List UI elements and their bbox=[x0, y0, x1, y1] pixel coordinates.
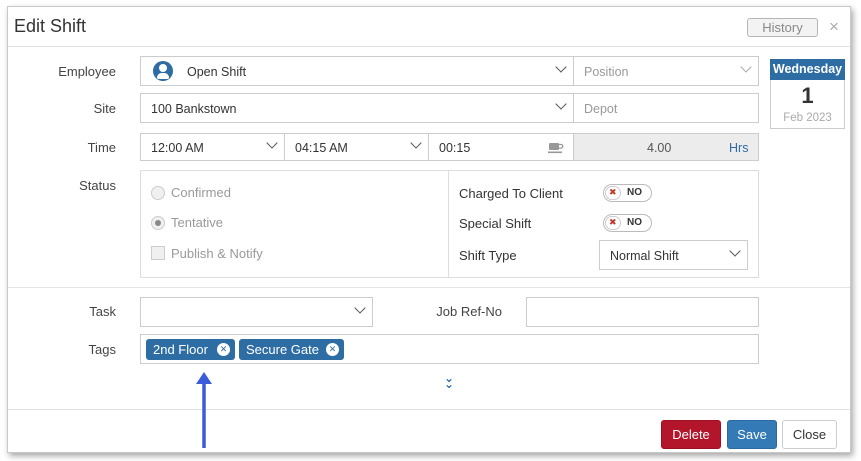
task-select[interactable] bbox=[140, 297, 373, 327]
shift-type-label: Shift Type bbox=[459, 248, 517, 263]
shift-type-value: Normal Shift bbox=[610, 249, 679, 263]
end-time-select[interactable]: 04:15 AM bbox=[284, 133, 429, 161]
publish-notify-checkbox[interactable] bbox=[151, 246, 165, 260]
remove-tag-icon[interactable]: ✕ bbox=[217, 343, 230, 356]
chevron-down-icon bbox=[740, 61, 752, 73]
tag-chip[interactable]: 2nd Floor ✕ bbox=[146, 339, 235, 360]
special-shift-state: NO bbox=[627, 217, 642, 228]
chevron-down-icon bbox=[729, 245, 741, 257]
confirmed-label: Confirmed bbox=[171, 185, 231, 200]
chevron-down-icon bbox=[410, 137, 422, 149]
special-shift-label: Special Shift bbox=[459, 216, 532, 231]
hours-display: 4.00 Hrs bbox=[573, 133, 759, 161]
tentative-label: Tentative bbox=[171, 215, 224, 230]
close-icon[interactable]: × bbox=[829, 17, 839, 37]
tags-input[interactable]: 2nd Floor ✕ Secure Gate ✕ bbox=[140, 334, 759, 364]
charged-to-client-state: NO bbox=[627, 187, 642, 198]
chevron-down-icon bbox=[555, 61, 567, 73]
status-label: Status bbox=[79, 178, 116, 193]
section-divider bbox=[8, 287, 850, 288]
dialog-header: Edit Shift History × bbox=[8, 7, 850, 47]
date-weekday: Wednesday bbox=[770, 59, 845, 80]
delete-button[interactable]: Delete bbox=[661, 420, 721, 449]
break-value: 00:15 bbox=[439, 141, 471, 155]
chevron-down-icon bbox=[354, 302, 366, 314]
site-value: 100 Bankstown bbox=[151, 102, 237, 116]
break-input[interactable]: 00:15 bbox=[428, 133, 574, 161]
user-icon bbox=[153, 61, 173, 81]
history-button[interactable]: History bbox=[747, 18, 818, 37]
tag-label: 2nd Floor bbox=[153, 342, 208, 357]
end-time-value: 04:15 AM bbox=[295, 141, 348, 155]
date-day: 1 bbox=[801, 83, 814, 108]
job-ref-label: Job Ref-No bbox=[436, 304, 502, 319]
tags-label: Tags bbox=[88, 342, 116, 357]
dialog-title: Edit Shift bbox=[14, 16, 87, 36]
special-shift-toggle[interactable]: NO bbox=[603, 214, 652, 232]
employee-select[interactable]: Open Shift bbox=[140, 56, 574, 86]
charged-to-client-label: Charged To Client bbox=[459, 186, 563, 201]
toggle-off-icon bbox=[605, 216, 621, 230]
shift-type-select[interactable]: Normal Shift bbox=[599, 240, 748, 270]
radio-confirmed[interactable] bbox=[151, 186, 165, 200]
position-placeholder: Position bbox=[584, 65, 629, 79]
site-select[interactable]: 100 Bankstown bbox=[140, 93, 574, 123]
time-label: Time bbox=[87, 140, 116, 155]
coffee-cup-icon bbox=[548, 143, 564, 154]
chevron-down-icon bbox=[555, 98, 567, 110]
shift-date-card[interactable]: Wednesday 1 Feb 2023 bbox=[770, 59, 845, 129]
tag-label: Secure Gate bbox=[246, 342, 319, 357]
annotation-arrow-icon bbox=[196, 372, 212, 448]
radio-tentative[interactable] bbox=[151, 216, 165, 230]
job-ref-input[interactable] bbox=[526, 297, 759, 327]
chevron-down-icon bbox=[266, 137, 278, 149]
position-select[interactable]: Position bbox=[573, 56, 759, 86]
employee-value: Open Shift bbox=[187, 65, 247, 79]
footer-divider bbox=[8, 409, 850, 410]
start-time-value: 12:00 AM bbox=[151, 141, 204, 155]
tag-chip[interactable]: Secure Gate ✕ bbox=[239, 339, 344, 360]
close-button[interactable]: Close bbox=[782, 420, 837, 449]
publish-notify-label: Publish & Notify bbox=[171, 246, 263, 261]
remove-tag-icon[interactable]: ✕ bbox=[326, 343, 339, 356]
expand-more-icon[interactable]: ⌄ ⌄ bbox=[444, 372, 454, 390]
hours-unit: Hrs bbox=[729, 141, 749, 155]
charged-to-client-toggle[interactable]: NO bbox=[603, 184, 652, 202]
depot-placeholder: Depot bbox=[584, 102, 618, 116]
edit-shift-dialog: Edit Shift History × Employee Open Shift… bbox=[7, 6, 851, 453]
save-button[interactable]: Save bbox=[727, 420, 777, 449]
start-time-select[interactable]: 12:00 AM bbox=[140, 133, 285, 161]
employee-label: Employee bbox=[58, 64, 116, 79]
status-panel: Confirmed Tentative Publish & Notify Cha… bbox=[140, 170, 759, 278]
toggle-off-icon bbox=[605, 186, 621, 200]
hours-value: 4.00 bbox=[647, 141, 672, 155]
status-divider bbox=[448, 171, 449, 277]
depot-input[interactable]: Depot bbox=[573, 93, 759, 123]
site-label: Site bbox=[93, 101, 116, 116]
date-month-year: Feb 2023 bbox=[783, 112, 832, 124]
task-label: Task bbox=[89, 304, 116, 319]
